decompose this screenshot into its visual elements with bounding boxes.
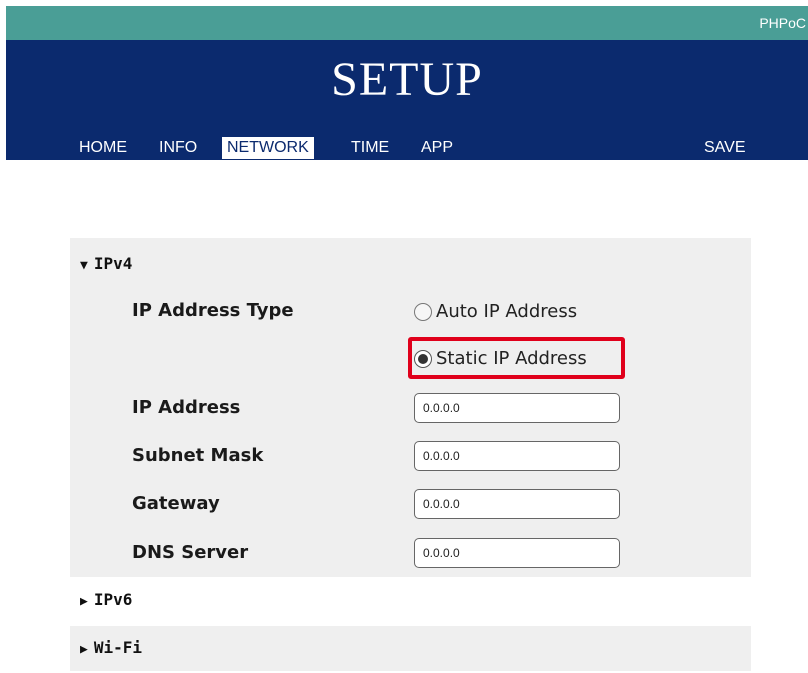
ip-address-label: IP Address xyxy=(132,397,241,418)
subnet-mask-label: Subnet Mask xyxy=(132,445,264,466)
ip-address-type-label: IP Address Type xyxy=(132,300,294,321)
wifi-section: ▶ Wi-Fi xyxy=(70,626,751,671)
ip-address-input[interactable] xyxy=(414,393,620,423)
nav-info[interactable]: INFO xyxy=(154,137,202,159)
wifi-heading: Wi-Fi xyxy=(93,638,142,657)
triangle-right-icon: ▶ xyxy=(80,642,88,657)
brand-label: PHPoC xyxy=(759,15,806,31)
ipv6-section: ▶ IPv6 xyxy=(70,578,751,624)
auto-ip-radio[interactable] xyxy=(414,302,432,321)
ipv6-section-toggle[interactable]: ▶ IPv6 xyxy=(80,590,132,609)
gateway-input[interactable] xyxy=(414,489,620,519)
nav-app[interactable]: APP xyxy=(416,137,458,159)
ipv4-heading: IPv4 xyxy=(93,254,133,273)
triangle-right-icon: ▶ xyxy=(80,594,88,609)
nav-save[interactable]: SAVE xyxy=(699,137,751,159)
static-ip-option[interactable]: Static IP Address xyxy=(414,348,587,369)
dns-server-label: DNS Server xyxy=(132,542,249,563)
nav-home[interactable]: HOME xyxy=(74,137,132,159)
wifi-section-toggle[interactable]: ▶ Wi-Fi xyxy=(80,638,142,657)
header: SETUP HOME INFO NETWORK TIME APP SAVE xyxy=(6,40,808,160)
static-ip-label: Static IP Address xyxy=(436,348,587,369)
nav-network[interactable]: NETWORK xyxy=(222,137,314,159)
auto-ip-option[interactable]: Auto IP Address xyxy=(414,301,577,322)
page-title: SETUP xyxy=(331,53,483,106)
ipv6-heading: IPv6 xyxy=(93,590,133,609)
auto-ip-label: Auto IP Address xyxy=(436,301,578,322)
static-ip-radio[interactable] xyxy=(414,349,432,368)
top-bar: PHPoC xyxy=(6,6,808,40)
dns-server-input[interactable] xyxy=(414,538,620,568)
gateway-label: Gateway xyxy=(132,493,220,514)
nav-time[interactable]: TIME xyxy=(346,137,394,159)
ipv4-section-toggle[interactable]: ▼ IPv4 xyxy=(80,254,132,273)
triangle-down-icon: ▼ xyxy=(80,258,88,273)
nav-bar: HOME INFO NETWORK TIME APP SAVE xyxy=(6,137,808,159)
ipv4-section: ▼ IPv4 IP Address Type Auto IP Address St… xyxy=(70,238,751,577)
subnet-mask-input[interactable] xyxy=(414,441,620,471)
